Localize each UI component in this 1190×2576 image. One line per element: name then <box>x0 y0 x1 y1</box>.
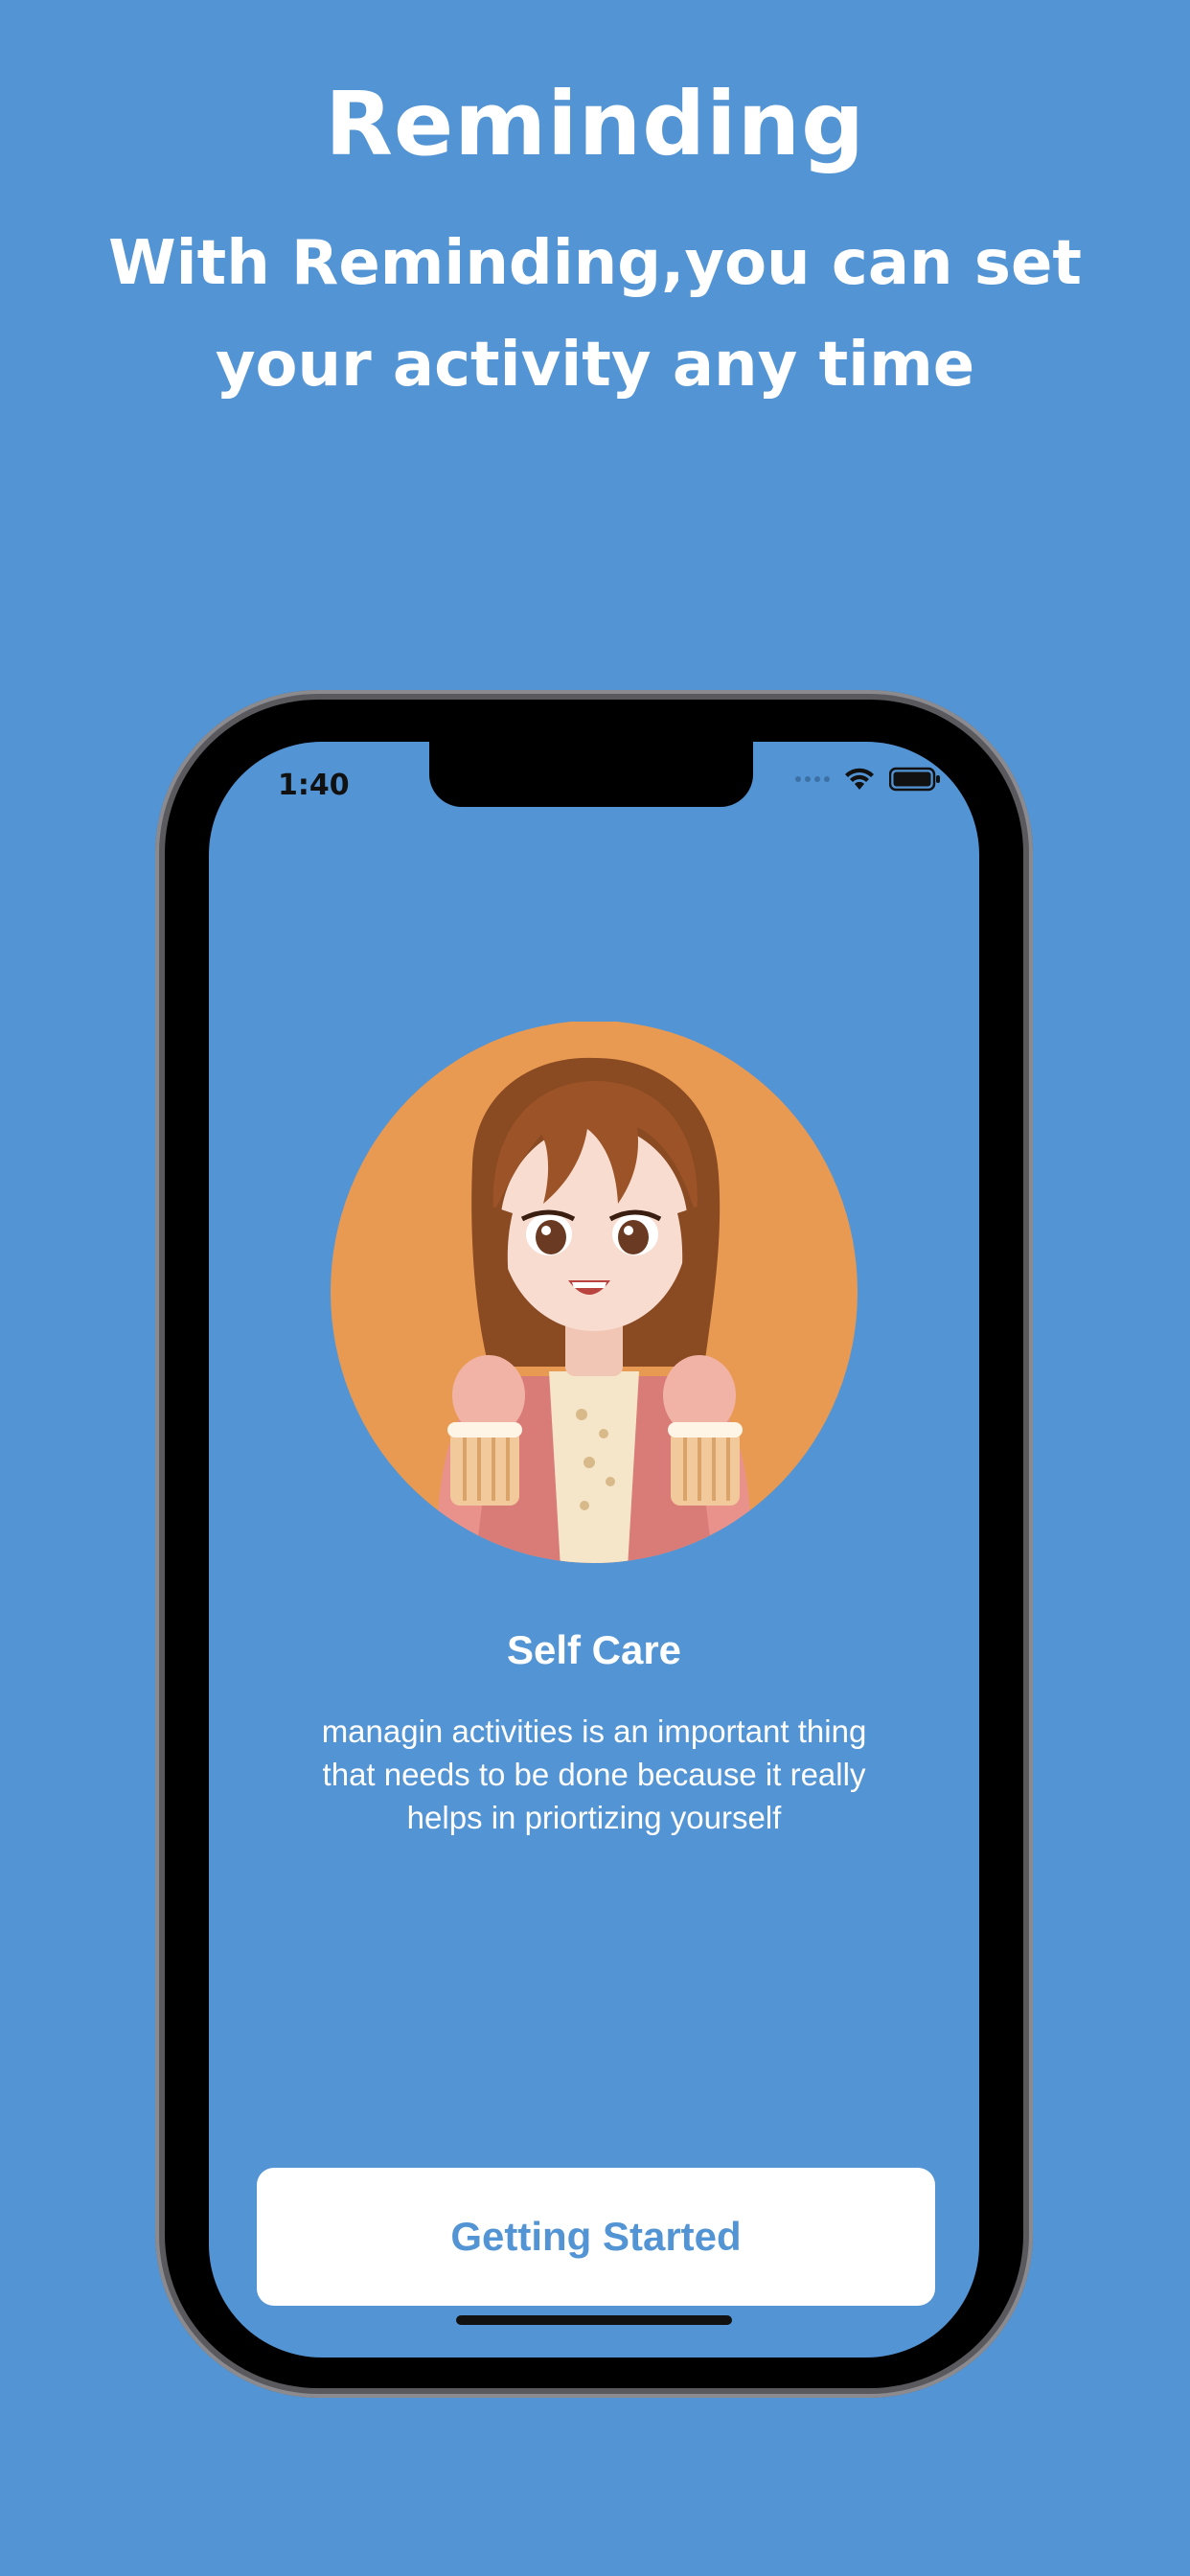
home-indicator[interactable] <box>456 2315 732 2325</box>
signal-dots-icon <box>795 776 830 782</box>
promo-title: Reminding <box>325 73 865 175</box>
wifi-icon <box>845 768 874 790</box>
onboarding-description: managin activities is an important thing… <box>321 1714 867 1835</box>
status-icons <box>795 767 941 792</box>
promo-subtitle: With Reminding,you can set your activity… <box>108 228 1082 401</box>
phone-frame: 1:40 Self Care managin activities is an … <box>155 690 1033 2398</box>
phone-screen: 1:40 Self Care managin activities is an … <box>209 742 979 2358</box>
getting-started-button[interactable]: Getting Started <box>257 2168 935 2306</box>
status-time: 1:40 <box>278 769 350 802</box>
girl-cheering-illustration <box>331 1022 858 1563</box>
phone-bezel: 1:40 Self Care managin activities is an … <box>165 700 1023 2388</box>
battery-icon <box>889 767 940 792</box>
notch <box>429 742 753 807</box>
onboarding-title: Self Care <box>506 1627 682 1672</box>
